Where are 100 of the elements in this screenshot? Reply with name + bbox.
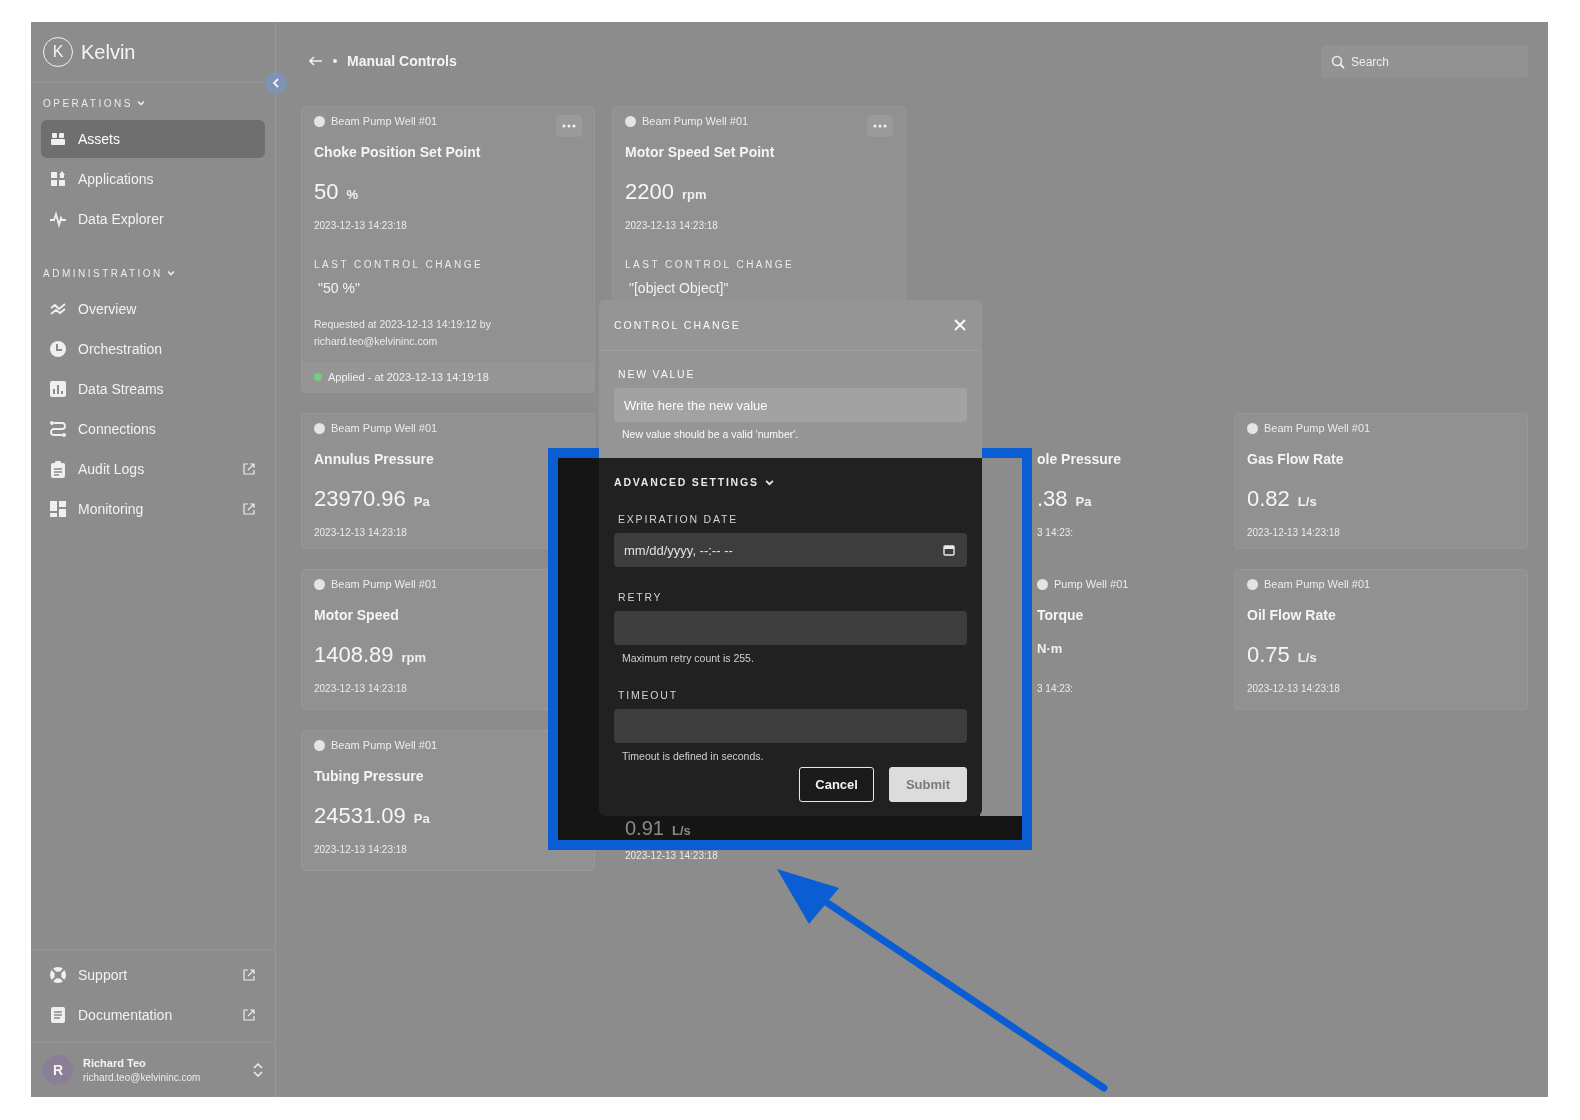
more-button[interactable]	[867, 115, 893, 137]
up-down-chevron-icon[interactable]	[253, 1062, 263, 1078]
asset-icon	[314, 578, 325, 590]
pulse-icon	[49, 210, 67, 228]
timestamp: 2023-12-13 14:23:18	[1247, 526, 1341, 540]
field-hint: Maximum retry count is 255.	[621, 652, 755, 665]
card-title: Motor Speed	[314, 606, 400, 625]
value: .38	[1037, 485, 1068, 513]
asset-icon	[1247, 578, 1258, 590]
last-change-value: "50 %"	[317, 281, 361, 296]
user-email: richard.teo@kelvininc.com	[83, 1072, 201, 1083]
user-name: Richard Teo	[83, 1057, 147, 1069]
card-title: Oil Flow Rate	[1247, 606, 1337, 625]
asset-name: Beam Pump Well #01	[331, 578, 438, 590]
box-stack-icon	[49, 130, 67, 148]
search-field[interactable]: Search	[1321, 45, 1528, 78]
section-title: ADMINISTRATION	[43, 267, 163, 279]
dashboard-icon	[49, 500, 67, 518]
asset-icon	[625, 115, 636, 127]
clock-icon	[49, 340, 67, 358]
last-change-label: LAST CONTROL CHANGE	[314, 259, 485, 271]
card-title: Annulus Pressure	[314, 450, 435, 469]
route-icon	[49, 420, 67, 438]
unit: Pa	[413, 811, 430, 826]
asset-name: Beam Pump Well #01	[331, 422, 438, 434]
timestamp: 2023-12-13 14:23:18	[314, 219, 408, 233]
nav-item[interactable]: Monitoring	[41, 490, 265, 528]
dialog-title: CONTROL CHANGE	[614, 319, 741, 331]
status-dot	[314, 373, 322, 381]
advanced-settings-toggle[interactable]: ADVANCED SETTINGS	[614, 475, 774, 489]
value: 23970.96	[314, 485, 406, 513]
value: 24531.09	[314, 802, 406, 830]
nav-item[interactable]: Connections	[41, 410, 265, 448]
nav-item[interactable]: Data Streams	[41, 370, 265, 408]
field-label: TIMEOUT	[617, 689, 679, 701]
unit: N·m	[1037, 641, 1063, 656]
input-field[interactable]	[614, 709, 967, 743]
value: 0.82	[1247, 485, 1290, 513]
asset-icon	[314, 422, 325, 434]
card-title: Tubing Pressure	[314, 767, 425, 786]
lifebuoy-icon	[49, 966, 67, 984]
unit: Pa	[413, 494, 430, 509]
nav-item[interactable]: Orchestration	[41, 330, 265, 368]
nav-item[interactable]: Overview	[41, 290, 265, 328]
nav-item[interactable]: Audit Logs	[41, 450, 265, 488]
more-button[interactable]	[556, 115, 582, 137]
chevron-left-icon	[272, 78, 280, 88]
value: 0.75	[1247, 641, 1290, 669]
date-field[interactable]: mm/dd/yyyy, --:-- --	[614, 533, 967, 567]
asset-name: Beam Pump Well #01	[1264, 578, 1371, 590]
input-field[interactable]	[614, 611, 967, 645]
breadcrumb-dot	[333, 59, 337, 63]
timestamp: 2023-12-13 14:23:18	[314, 843, 408, 857]
value: 2200	[625, 178, 674, 206]
unit: rpm	[401, 650, 427, 665]
collapse-button[interactable]	[265, 72, 287, 94]
asset-icon	[1037, 578, 1048, 590]
field-label: EXPIRATION DATE	[617, 513, 739, 525]
card-title: Motor Speed Set Point	[625, 143, 776, 162]
field-hint: New value should be a valid 'number'.	[621, 428, 800, 441]
nav-item[interactable]: Support	[41, 956, 265, 994]
unit: %	[346, 187, 359, 202]
nav-item[interactable]: Applications	[41, 160, 265, 198]
timestamp: 2023-12-13 14:23:18	[625, 219, 719, 233]
nav-item[interactable]: Data Explorer	[41, 200, 265, 238]
page-title: Manual Controls	[347, 53, 457, 69]
asset-name: Beam Pump Well #01	[1264, 422, 1371, 434]
card-title: Gas Flow Rate	[1247, 450, 1345, 469]
unit: L/s	[1297, 494, 1317, 509]
field-label: RETRY	[617, 591, 664, 603]
card-title: Choke Position Set Point	[314, 143, 482, 162]
cancel-button[interactable]: Cancel	[799, 767, 874, 802]
timestamp: 2023-12-13 14:23:18	[625, 849, 719, 863]
back-arrow-icon[interactable]	[309, 56, 323, 66]
more-icon	[873, 124, 887, 128]
logo-text: Kelvin	[81, 40, 136, 64]
field-label: NEW VALUE	[617, 368, 697, 380]
unit: L/s	[671, 823, 691, 838]
clipboard-icon	[49, 460, 67, 478]
timestamp: 3 14:23:	[1037, 682, 1075, 696]
card-title: Torque	[1037, 606, 1085, 625]
status-text: Applied - at 2023-12-13 14:19:18	[328, 371, 489, 383]
asset-icon	[1247, 422, 1258, 434]
close-icon[interactable]	[953, 318, 967, 332]
value: 50	[314, 178, 339, 206]
card-title: ole Pressure	[1037, 450, 1123, 469]
timestamp: 3 14:23:	[1037, 526, 1075, 540]
asset-name: Beam Pump Well #01	[331, 115, 438, 127]
search-icon	[1331, 55, 1345, 69]
nav-item[interactable]: Documentation	[41, 996, 265, 1034]
timestamp: 2023-12-13 14:23:18	[314, 526, 408, 540]
nav-item[interactable]: Assets	[41, 120, 265, 158]
value: 0.91	[625, 819, 664, 837]
field-hint: Timeout is defined in seconds.	[621, 750, 765, 763]
unit: L/s	[1297, 650, 1317, 665]
calendar-icon[interactable]	[943, 544, 955, 556]
input-field[interactable]: Write here the new value	[614, 388, 967, 422]
value: 1408.89	[314, 641, 394, 669]
bar-chart-icon	[49, 380, 67, 398]
asset-name: Beam Pump Well #01	[642, 115, 749, 127]
